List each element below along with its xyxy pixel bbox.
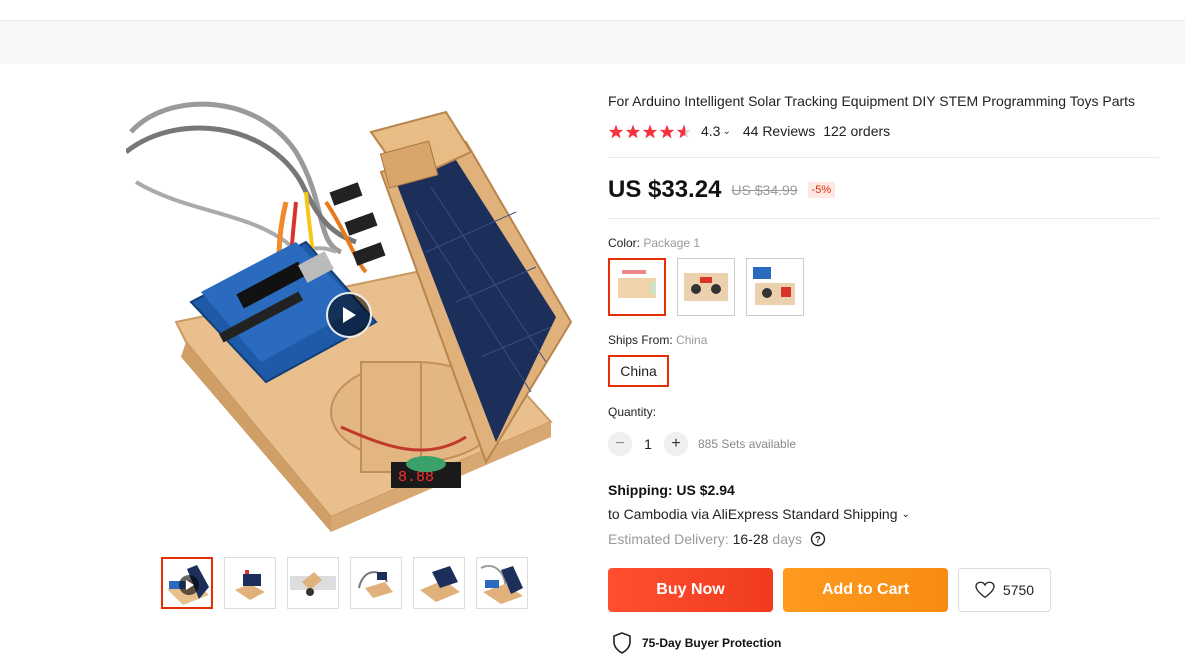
thumbnail-5[interactable] (413, 557, 465, 609)
shipping-destination: to Cambodia via AliExpress Standard Ship… (608, 506, 898, 522)
current-price: US $33.24 (608, 176, 722, 203)
thumbnail-1[interactable] (161, 557, 213, 609)
half-star-icon (676, 124, 692, 138)
star-icon (659, 124, 675, 138)
buy-now-button[interactable]: Buy Now (608, 568, 773, 612)
thumbnail-strip (161, 557, 528, 609)
thumbnail-6[interactable] (476, 557, 528, 609)
color-option-2[interactable] (677, 258, 735, 316)
product-title: For Arduino Intelligent Solar Tracking E… (608, 93, 1136, 109)
color-options (608, 258, 804, 316)
rating-value[interactable]: 4.3 (701, 123, 720, 139)
delivery-range: 16-28 (732, 531, 769, 547)
color-option-3[interactable] (746, 258, 804, 316)
shipping-price: Shipping: US $2.94 (608, 482, 735, 498)
divider (608, 157, 1159, 158)
star-icon (625, 124, 641, 138)
heart-icon (975, 581, 995, 599)
quantity-label: Quantity: (608, 405, 657, 419)
chevron-down-icon: ⌄ (901, 508, 910, 520)
wishlist-count: 5750 (1002, 582, 1035, 598)
color-label: Color: Package 1 (608, 236, 701, 250)
shield-icon (613, 632, 631, 654)
quantity-minus-button[interactable]: − (608, 432, 632, 456)
thumbnail-2[interactable] (224, 557, 276, 609)
rating-row: 4.3 ⌄ 44 Reviews 122 orders (608, 123, 890, 139)
thumbnail-4[interactable] (350, 557, 402, 609)
stock-available: 885 Sets available (698, 437, 797, 451)
quantity-input[interactable]: 1 (632, 436, 664, 452)
star-rating (608, 124, 692, 139)
star-icon (642, 124, 658, 138)
ships-from-option-china[interactable]: China (608, 355, 669, 387)
svg-text:?: ? (815, 535, 821, 545)
wishlist-button[interactable]: 5750 (958, 568, 1051, 612)
play-video-button[interactable] (326, 292, 372, 338)
buyer-protection: 75-Day Buyer Protection (612, 632, 781, 654)
star-icon (608, 124, 624, 138)
delivery-label: Estimated Delivery: (608, 531, 729, 547)
play-icon (343, 307, 356, 323)
quantity-stepper: − 1 + 885 Sets available (608, 432, 796, 456)
shipping-method-selector[interactable]: to Cambodia via AliExpress Standard Ship… (608, 506, 910, 522)
quantity-plus-button[interactable]: + (664, 432, 688, 456)
top-bar (0, 0, 1185, 21)
color-selected: Package 1 (643, 236, 701, 250)
delivery-unit: days (772, 531, 802, 547)
discount-badge: -5% (807, 182, 836, 198)
price-row: US $33.24 US $34.99 -5% (608, 176, 836, 204)
original-price: US $34.99 (731, 182, 798, 198)
protection-text: 75-Day Buyer Protection (642, 636, 782, 650)
thumbnail-3[interactable] (287, 557, 339, 609)
color-option-1[interactable] (608, 258, 666, 316)
mini-play-icon (179, 575, 199, 595)
ships-from-label: Ships From: China (608, 333, 708, 347)
chevron-down-icon[interactable]: ⌄ (722, 126, 730, 137)
divider (608, 218, 1159, 219)
help-icon[interactable]: ? (810, 531, 826, 547)
estimated-delivery: Estimated Delivery: 16-28 days ? (608, 531, 826, 547)
reviews-link[interactable]: 44 Reviews (743, 123, 815, 139)
ships-from-selected: China (676, 333, 708, 347)
add-to-cart-button[interactable]: Add to Cart (783, 568, 948, 612)
header-band (0, 21, 1185, 64)
orders-count: 122 orders (823, 123, 891, 139)
